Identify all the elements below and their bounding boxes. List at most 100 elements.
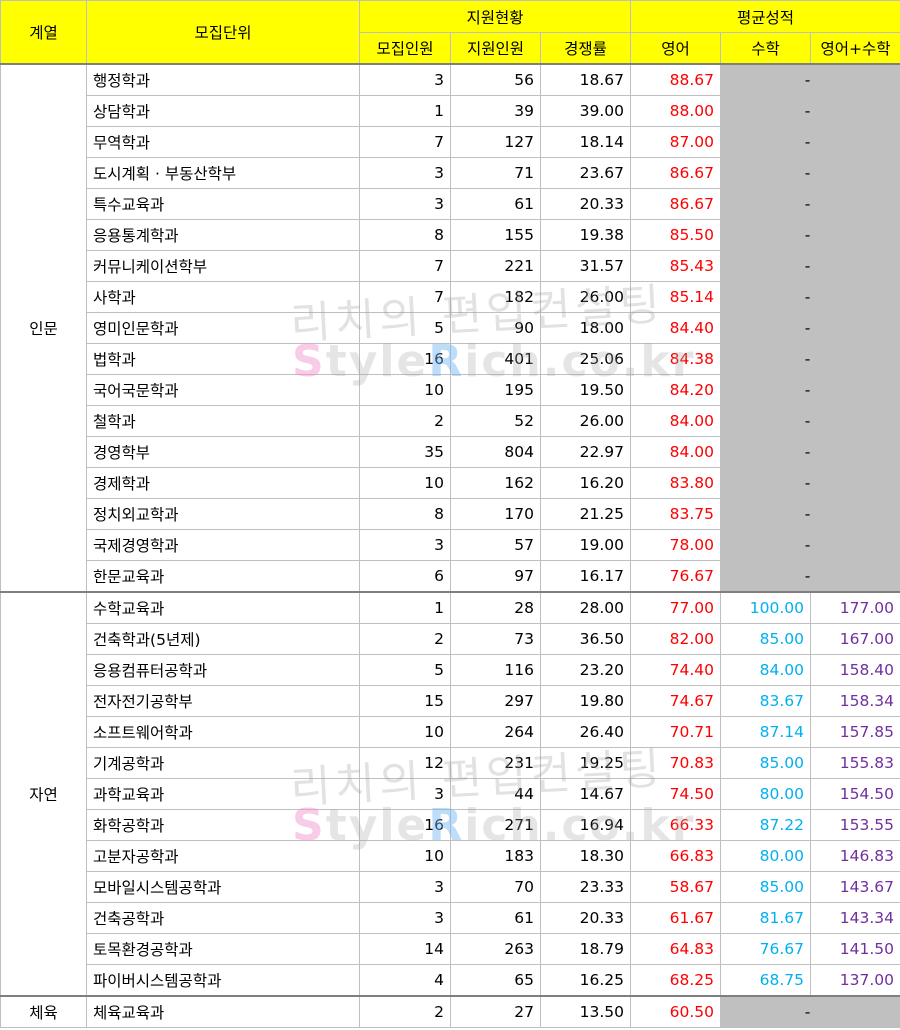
applicants-cell: 162	[450, 467, 541, 499]
math-not-applicable-cell: -	[720, 995, 900, 1028]
english-score-cell: 83.80	[630, 467, 722, 499]
quota-cell: 8	[359, 219, 451, 251]
table-row: 커뮤니케이션학부 7 221 31.57 85.43-	[1, 250, 900, 282]
applicants-cell: 61	[450, 188, 541, 220]
quota-cell: 15	[359, 685, 451, 717]
table-row: 정치외교학과 8 170 21.25 83.75-	[1, 498, 900, 530]
math-not-applicable-cell: -	[720, 219, 900, 251]
applicants-cell: 61	[450, 902, 541, 934]
ratio-cell: 16.20	[539, 467, 632, 499]
unit-name: 건축학과(5년제)	[86, 623, 360, 655]
math-not-applicable-cell: -	[720, 95, 900, 127]
table-row: 도시계획 · 부동산학부 3 71 23.67 86.67-	[1, 157, 900, 189]
ratio-cell: 18.67	[539, 63, 632, 96]
english-score-cell: 86.67	[630, 188, 722, 220]
unit-name: 상담학과	[86, 95, 360, 127]
watermark-url: StyleRich.co.kr	[292, 800, 696, 851]
english-score-cell: 58.67	[630, 871, 722, 903]
admission-results-table: 계열 모집단위 지원현황 평균성적 모집인원 지원인원 경쟁률 영어 수학 영어…	[0, 0, 900, 1028]
ratio-cell: 23.33	[539, 871, 632, 903]
header-applicants: 지원인원	[450, 32, 541, 65]
table-row: 경영학부 35 804 22.97 84.00-	[1, 436, 900, 468]
ratio-cell: 23.20	[539, 654, 632, 686]
math-not-applicable-cell: -	[720, 560, 900, 593]
table-row: 국제경영학과 3 57 19.00 78.00-	[1, 529, 900, 561]
applicants-cell: 28	[450, 591, 541, 624]
quota-cell: 3	[359, 871, 451, 903]
group-label: 인문	[0, 63, 87, 593]
math-score-cell: 83.67	[720, 685, 812, 717]
group-label: 자연	[0, 591, 87, 997]
unit-name: 정치외교학과	[86, 498, 360, 530]
math-not-applicable-cell: -	[720, 188, 900, 220]
unit-name: 무역학과	[86, 126, 360, 158]
unit-name: 도시계획 · 부동산학부	[86, 157, 360, 189]
applicants-cell: 39	[450, 95, 541, 127]
math-score-cell: 80.00	[720, 778, 812, 810]
math-not-applicable-cell: -	[720, 157, 900, 189]
ratio-cell: 39.00	[539, 95, 632, 127]
unit-name: 수학교육과	[86, 591, 360, 624]
quota-cell: 2	[359, 405, 451, 437]
header-ratio: 경쟁률	[539, 32, 632, 65]
ratio-cell: 18.14	[539, 126, 632, 158]
applicants-cell: 263	[450, 933, 541, 965]
quota-cell: 8	[359, 498, 451, 530]
unit-name: 응용컴퓨터공학과	[86, 654, 360, 686]
sum-score-cell: 177.00	[810, 591, 900, 624]
math-score-cell: 85.00	[720, 623, 812, 655]
quota-cell: 14	[359, 933, 451, 965]
ratio-cell: 36.50	[539, 623, 632, 655]
applicants-cell: 57	[450, 529, 541, 561]
ratio-cell: 21.25	[539, 498, 632, 530]
unit-name: 커뮤니케이션학부	[86, 250, 360, 282]
math-score-cell: 68.75	[720, 964, 812, 997]
quota-cell: 3	[359, 63, 451, 96]
quota-cell: 3	[359, 529, 451, 561]
applicants-cell: 52	[450, 405, 541, 437]
english-score-cell: 88.67	[630, 63, 722, 96]
quota-cell: 2	[359, 995, 451, 1028]
math-not-applicable-cell: -	[720, 281, 900, 313]
table-row: 응용통계학과 8 155 19.38 85.50-	[1, 219, 900, 251]
math-score-cell: 84.00	[720, 654, 812, 686]
table-row: 응용컴퓨터공학과 5 116 23.20 74.40 84.00 158.40	[1, 654, 900, 686]
math-not-applicable-cell: -	[720, 436, 900, 468]
watermark-url: StyleRich.co.kr	[292, 336, 696, 387]
applicants-cell: 97	[450, 560, 541, 593]
unit-name: 특수교육과	[86, 188, 360, 220]
english-score-cell: 77.00	[630, 591, 722, 624]
ratio-cell: 19.80	[539, 685, 632, 717]
ratio-cell: 18.79	[539, 933, 632, 965]
quota-cell: 7	[359, 250, 451, 282]
math-score-cell: 85.00	[720, 747, 812, 779]
applicants-cell: 804	[450, 436, 541, 468]
ratio-cell: 26.00	[539, 405, 632, 437]
ratio-cell: 19.38	[539, 219, 632, 251]
english-score-cell: 74.67	[630, 685, 722, 717]
table-header: 계열 모집단위 지원현황 평균성적 모집인원 지원인원 경쟁률 영어 수학 영어…	[0, 0, 900, 65]
quota-cell: 3	[359, 157, 451, 189]
quota-cell: 10	[359, 467, 451, 499]
unit-name: 토목환경공학과	[86, 933, 360, 965]
unit-name: 행정학과	[86, 63, 360, 96]
applicants-cell: 56	[450, 63, 541, 96]
header-sum: 영어+수학	[810, 32, 900, 65]
quota-cell: 35	[359, 436, 451, 468]
header-status: 지원현황	[358, 0, 632, 33]
applicants-cell: 170	[450, 498, 541, 530]
english-score-cell: 84.00	[630, 405, 722, 437]
unit-name: 한문교육과	[86, 560, 360, 593]
english-score-cell: 74.40	[630, 654, 722, 686]
applicants-cell: 297	[450, 685, 541, 717]
quota-cell: 1	[359, 95, 451, 127]
sum-score-cell: 167.00	[810, 623, 900, 655]
applicants-cell: 155	[450, 219, 541, 251]
table-row: 건축학과(5년제) 2 73 36.50 82.00 85.00 167.00	[1, 623, 900, 655]
table-row: 상담학과 1 39 39.00 88.00-	[1, 95, 900, 127]
ratio-cell: 20.33	[539, 902, 632, 934]
math-not-applicable-cell: -	[720, 498, 900, 530]
applicants-cell: 127	[450, 126, 541, 158]
math-not-applicable-cell: -	[720, 126, 900, 158]
group-label: 체육	[0, 995, 87, 1028]
